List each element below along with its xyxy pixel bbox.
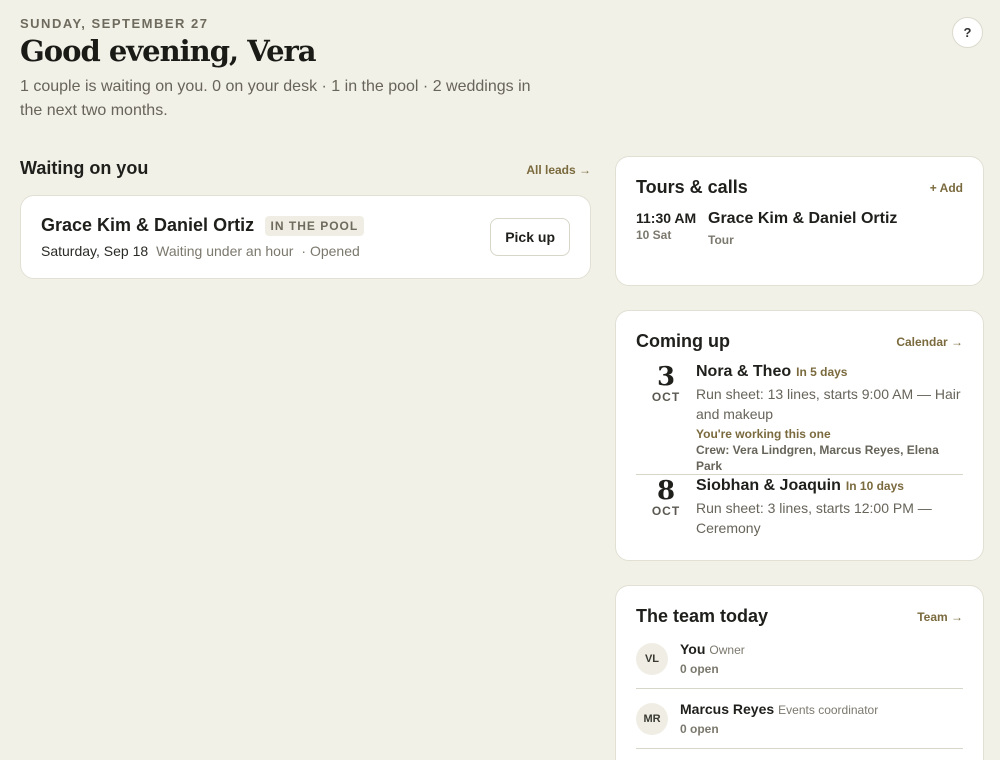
event-crew: Crew: Vera Lindgren, Marcus Reyes, Elena…	[696, 443, 939, 473]
help-button[interactable]: ?	[952, 17, 983, 48]
status-badge: IN THE POOL	[264, 215, 365, 236]
event-item[interactable]: 8 OCT Siobhan & Joaquin In 10 days Run sh…	[636, 474, 963, 538]
tour-names: Grace Kim & Daniel Ortiz	[708, 210, 898, 227]
calendar-link[interactable]: Calendar →	[896, 335, 963, 349]
waiting-title: Waiting on you	[20, 158, 149, 178]
event-countdown: In 5 days	[796, 365, 848, 379]
team-member[interactable]: MR Marcus Reyes Events coordinator 0 open	[636, 688, 963, 748]
event-run-sheet: Run sheet: 3 lines, starts 12:00 PM — Ce…	[696, 500, 932, 536]
all-leads-link[interactable]: All leads →	[526, 163, 591, 177]
member-open-count: 0 open	[680, 722, 719, 736]
lead-date: Saturday, Sep 18	[41, 243, 149, 259]
page-header: SUNDAY, SEPTEMBER 27 Good evening, Vera …	[20, 16, 540, 123]
member-open-count: 0 open	[680, 662, 719, 676]
summary-text: 1 couple is waiting on you. 0 on your de…	[20, 78, 531, 119]
tour-item[interactable]: 11:30 AM 10 Sat Grace Kim & Daniel Ortiz…	[636, 209, 963, 247]
event-countdown: In 10 days	[845, 479, 904, 493]
event-item[interactable]: 3 OCT Nora & Theo In 5 days Run sheet: 13…	[636, 362, 963, 474]
tours-card: Tours & calls + Add 11:30 AM 10 Sat Grac…	[615, 156, 984, 286]
lead-names: Grace Kim & Daniel Ortiz	[41, 215, 255, 235]
tour-day: 10 Sat	[636, 228, 672, 242]
team-member[interactable]	[636, 748, 963, 760]
lead-waiting: Waiting under an hour	[156, 243, 294, 259]
team-title: The team today	[636, 606, 769, 626]
member-name: Marcus Reyes	[680, 701, 775, 717]
coming-up-title: Coming up	[636, 331, 730, 351]
team-link[interactable]: Team →	[917, 610, 963, 624]
event-day: 3	[656, 362, 676, 392]
team-member[interactable]: VL You Owner 0 open	[636, 629, 963, 688]
event-month: OCT	[651, 390, 681, 404]
tour-time: 11:30 AM	[636, 210, 697, 226]
event-working-note: You're working this one	[696, 427, 831, 441]
member-name: You	[680, 641, 706, 657]
current-date: SUNDAY, SEPTEMBER 27	[20, 16, 209, 31]
event-run-sheet: Run sheet: 13 lines, starts 9:00 AM — Ha…	[696, 386, 961, 422]
team-card: The team today Team → VL You Owner 0 open…	[615, 585, 984, 760]
event-month: OCT	[651, 504, 681, 518]
member-role: Owner	[709, 643, 745, 657]
event-day: 8	[656, 476, 676, 506]
event-names: Siobhan & Joaquin	[696, 477, 841, 494]
coming-up-card: Coming up Calendar → 3 OCT Nora & Theo In…	[615, 310, 984, 561]
lead-card[interactable]: Grace Kim & Daniel Ortiz IN THE POOL Sat…	[20, 195, 591, 279]
member-role: Events coordinator	[778, 703, 879, 717]
waiting-section: Waiting on you All leads → Grace Kim & D…	[20, 158, 591, 279]
tour-type: Tour	[708, 233, 734, 247]
avatar: VL	[636, 642, 668, 675]
add-tour-link[interactable]: + Add	[930, 181, 963, 195]
tours-title: Tours & calls	[636, 177, 748, 197]
avatar: MR	[636, 702, 668, 735]
lead-opened: · Opened	[301, 243, 360, 259]
event-names: Nora & Theo	[696, 363, 792, 380]
pick-up-button[interactable]: Pick up	[490, 218, 570, 256]
greeting-title: Good evening, Vera	[20, 34, 317, 68]
